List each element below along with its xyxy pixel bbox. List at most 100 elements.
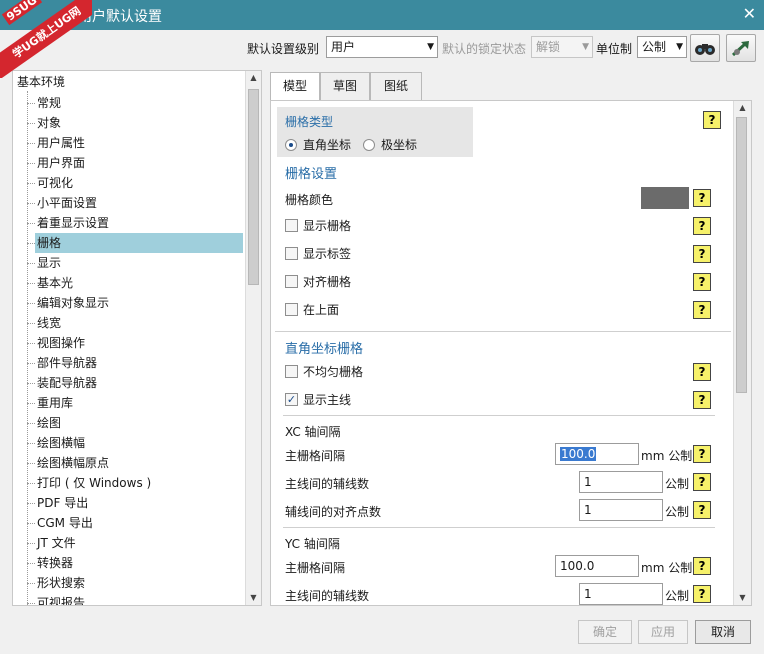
tree-item[interactable]: 绘图横幅 xyxy=(35,433,243,453)
tree-item[interactable]: 绘图 xyxy=(35,413,243,433)
snap-grid-checkbox[interactable] xyxy=(285,275,298,288)
tree-item[interactable]: 视图操作 xyxy=(35,333,243,353)
xc-main-spacing-label: 主栅格间隔 xyxy=(285,449,346,463)
units-value: 公制 xyxy=(642,40,667,54)
settings-scroll-thumb[interactable] xyxy=(736,117,747,393)
tree-connector xyxy=(27,343,35,344)
tree-item[interactable]: 可视化 xyxy=(35,173,243,193)
xc-minor-lines-input[interactable]: 1 xyxy=(579,471,663,493)
tree-item[interactable]: 常规 xyxy=(35,93,243,113)
show-grid-checkbox[interactable] xyxy=(285,219,298,232)
close-icon[interactable]: ✕ xyxy=(743,4,756,23)
category-tree: 基本环境 常规 对象 用户属性 用户界面 可视化 小平面设置 着重显示设置 栅格 显示 基本光 编辑… xyxy=(12,70,262,606)
tree-item[interactable]: PDF 导出 xyxy=(35,493,243,513)
apply-button[interactable]: 应用 xyxy=(638,620,688,644)
show-major-lines-checkbox[interactable]: ✓ xyxy=(285,393,298,406)
tree-item[interactable]: 编辑对象显示 xyxy=(35,293,243,313)
nonuniform-grid-label: 不均匀栅格 xyxy=(303,365,364,379)
tree-item[interactable]: JT 文件 xyxy=(35,533,243,553)
units-select[interactable]: 公制 ▼ xyxy=(637,36,687,58)
show-major-lines-label: 显示主线 xyxy=(303,393,352,407)
scroll-down-icon[interactable]: ▼ xyxy=(734,591,751,605)
help-icon[interactable]: ? xyxy=(693,473,711,491)
tree-item[interactable]: 打印 ( 仅 Windows ) xyxy=(35,473,243,493)
tree-item[interactable]: 重用库 xyxy=(35,393,243,413)
tree-item[interactable]: 栅格 xyxy=(35,233,243,253)
tree-scrollbar[interactable]: ▲ ▼ xyxy=(245,71,261,605)
help-icon[interactable]: ? xyxy=(693,363,711,381)
tree-item[interactable]: 绘图横幅原点 xyxy=(35,453,243,473)
help-icon[interactable]: ? xyxy=(693,445,711,463)
tree-item[interactable]: 线宽 xyxy=(35,313,243,333)
tree-connector xyxy=(27,183,35,184)
radio-rectangular[interactable] xyxy=(285,139,297,151)
tab-model[interactable]: 模型 xyxy=(270,72,320,102)
arrow-icon xyxy=(731,41,749,57)
lock-status-select[interactable]: 解锁 ▼ xyxy=(531,36,593,58)
lock-status-value: 解锁 xyxy=(536,40,561,54)
grid-color-swatch[interactable] xyxy=(641,187,689,209)
help-icon[interactable]: ? xyxy=(693,245,711,263)
default-level-select[interactable]: 用户 ▼ xyxy=(326,36,438,58)
show-labels-checkbox[interactable] xyxy=(285,247,298,260)
tree-connector xyxy=(27,503,35,504)
help-icon[interactable]: ? xyxy=(703,111,721,129)
tree-item[interactable]: 部件导航器 xyxy=(35,353,243,373)
yc-main-spacing-input[interactable]: 100.0 xyxy=(555,555,639,577)
help-icon[interactable]: ? xyxy=(693,501,711,519)
tree-item[interactable]: 形状搜索 xyxy=(35,573,243,593)
tree-item[interactable]: 着重显示设置 xyxy=(35,213,243,233)
tree-item[interactable]: 用户界面 xyxy=(35,153,243,173)
tree-item[interactable]: CGM 导出 xyxy=(35,513,243,533)
yc-minor-lines-label: 主线间的辅线数 xyxy=(285,589,370,603)
scroll-up-icon[interactable]: ▲ xyxy=(246,71,261,85)
tree-item[interactable]: 对象 xyxy=(35,113,243,133)
default-level-value: 用户 xyxy=(331,40,356,54)
yc-minor-lines-input[interactable]: 1 xyxy=(579,583,663,605)
help-icon[interactable]: ? xyxy=(693,217,711,235)
apply-icon-button[interactable] xyxy=(726,34,756,62)
help-icon[interactable]: ? xyxy=(693,273,711,291)
scroll-down-icon[interactable]: ▼ xyxy=(246,591,261,605)
lock-status-label: 默认的锁定状态 xyxy=(442,42,527,56)
tree-connector xyxy=(27,603,35,604)
help-icon[interactable]: ? xyxy=(693,391,711,409)
settings-scrollbar[interactable]: ▲ ▼ xyxy=(733,101,751,605)
yc-spacing-title: YC 轴间隔 xyxy=(285,537,340,551)
nonuniform-grid-checkbox[interactable] xyxy=(285,365,298,378)
tree-connector xyxy=(27,223,35,224)
tree-item[interactable]: 基本光 xyxy=(35,273,243,293)
tab-drawing[interactable]: 图纸 xyxy=(370,72,422,100)
find-button[interactable] xyxy=(690,34,720,62)
scroll-up-icon[interactable]: ▲ xyxy=(734,101,751,115)
snap-grid-label: 对齐栅格 xyxy=(303,275,352,289)
tree-connector xyxy=(27,563,35,564)
tree-item[interactable]: 用户属性 xyxy=(35,133,243,153)
units-label: 单位制 xyxy=(596,42,633,56)
tree-item[interactable]: 显示 xyxy=(35,253,243,273)
on-top-checkbox[interactable] xyxy=(285,303,298,316)
tree-scroll-thumb[interactable] xyxy=(248,89,259,285)
cancel-button[interactable]: 取消 xyxy=(695,620,751,644)
xc-minor-lines-unit: 公制 xyxy=(665,477,690,491)
xc-snap-points-value: 1 xyxy=(584,503,592,517)
help-icon[interactable]: ? xyxy=(693,189,711,207)
tree-connector xyxy=(27,403,35,404)
yc-minor-lines-unit: 公制 xyxy=(665,589,690,603)
tree-item[interactable]: 可视报告 xyxy=(35,593,243,605)
rect-grid-title: 直角坐标栅格 xyxy=(285,342,364,357)
help-icon[interactable]: ? xyxy=(693,557,711,575)
tree-connector xyxy=(27,583,35,584)
xc-snap-points-input[interactable]: 1 xyxy=(579,499,663,521)
tree-item[interactable]: 转换器 xyxy=(35,553,243,573)
tree-item[interactable]: 装配导航器 xyxy=(35,373,243,393)
tree-connector xyxy=(27,263,35,264)
radio-polar[interactable] xyxy=(363,139,375,151)
help-icon[interactable]: ? xyxy=(693,301,711,319)
tree-item[interactable]: 小平面设置 xyxy=(35,193,243,213)
help-icon[interactable]: ? xyxy=(693,585,711,603)
xc-main-spacing-input[interactable]: 100.0 xyxy=(555,443,639,465)
tab-sketch[interactable]: 草图 xyxy=(320,72,370,100)
binoculars-icon xyxy=(695,44,715,55)
ok-button[interactable]: 确定 xyxy=(578,620,632,644)
